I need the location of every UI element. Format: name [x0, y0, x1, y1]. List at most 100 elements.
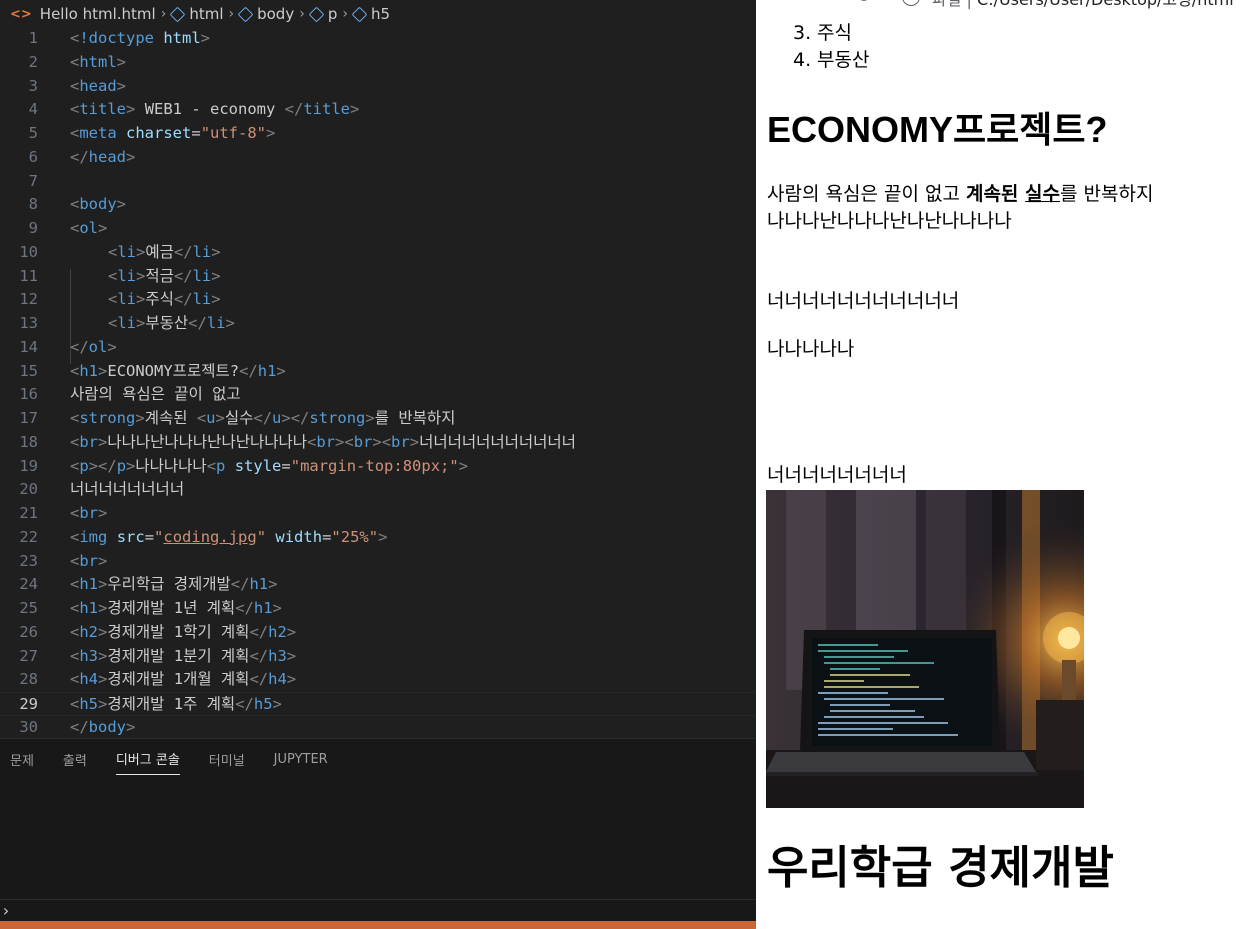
- breadcrumb-item-body[interactable]: body: [237, 5, 294, 23]
- image-src-link[interactable]: coding.jpg: [163, 528, 256, 546]
- line-content: <h5>경제개발 1주 계획</h5>: [70, 695, 282, 713]
- code-line[interactable]: 12 <li>주식</li>: [0, 288, 756, 312]
- code-line[interactable]: 8 <body>: [0, 193, 756, 217]
- list-number: 3.: [793, 22, 812, 44]
- code-line[interactable]: 21 <br>: [0, 502, 756, 526]
- line-content: <li>부동산</li>: [108, 314, 235, 332]
- code-line[interactable]: 1 <!doctype html>: [0, 27, 756, 51]
- line-content: <title> WEB1 - economy </title>: [70, 100, 360, 119]
- line-content: <ol>: [70, 219, 108, 237]
- list-item: 4. 부동산: [793, 47, 869, 73]
- paragraph-text: 나나나나나: [767, 338, 855, 360]
- symbol-element-icon: [237, 6, 254, 22]
- code-line[interactable]: 20 너너너너너너너너: [0, 478, 756, 502]
- line-number: 24: [19, 575, 38, 594]
- line-number: 2: [28, 52, 38, 71]
- page-heading: ECONOMY프로젝트?: [767, 109, 1108, 150]
- code-line[interactable]: 27 <h3>경제개발 1분기 계획</h3>: [0, 645, 756, 669]
- line-content: <strong>계속된 <u>실수</u></strong>를 반복하지: [70, 409, 456, 427]
- reload-icon[interactable]: ↻: [856, 0, 871, 7]
- list-number: 4.: [793, 49, 812, 71]
- symbol-element-icon: [351, 6, 368, 22]
- line-content: <h1>ECONOMY프로젝트?</h1>: [70, 361, 286, 380]
- line-number: 1: [28, 29, 38, 47]
- forward-icon[interactable]: →: [816, 0, 831, 7]
- text-span: 를 반복하지: [1060, 183, 1154, 205]
- line-content: <img src="coding.jpg" width="25%">: [70, 527, 388, 546]
- code-line[interactable]: 18 <br>나나나난나나나난나난나나나나<br><br><br>너너너너너너너너…: [0, 431, 756, 455]
- code-line[interactable]: 5 <meta charset="utf-8">: [0, 122, 756, 146]
- code-line[interactable]: 11 <li>적금</li>: [0, 265, 756, 289]
- tab-terminal[interactable]: 터미널: [209, 744, 245, 775]
- code-line[interactable]: 2 <html>: [0, 51, 756, 75]
- code-line[interactable]: 15 <h1>ECONOMY프로젝트?</h1>: [0, 360, 756, 384]
- line-content: 사람의 욕심은 끝이 없고: [70, 385, 241, 404]
- address-bar[interactable]: ← → ↻ 파일 | C:/Users/User/Desktop/코딩/html: [756, 0, 1250, 10]
- status-bar: [0, 921, 756, 929]
- code-line[interactable]: 26 <h2>경제개발 1학기 계획</h2>: [0, 621, 756, 645]
- line-number: 4: [28, 100, 38, 119]
- tab-output[interactable]: 출력: [63, 744, 87, 775]
- code-area[interactable]: 1 <!doctype html> 2 <html> 3 <head> 4 <title…: [0, 27, 756, 739]
- code-line[interactable]: 22 <img src="coding.jpg" width="25%">: [0, 526, 756, 550]
- browser-preview: ← → ↻ 파일 | C:/Users/User/Desktop/코딩/html…: [756, 0, 1250, 929]
- line-content: <p></p>나나나나나<p style="margin-top:80px;">: [70, 456, 469, 475]
- tab-jupyter[interactable]: JUPYTER: [274, 746, 328, 773]
- line-content: <br>: [70, 551, 108, 570]
- debug-console-input[interactable]: ›: [0, 899, 756, 923]
- line-content: <html>: [70, 52, 127, 71]
- code-line[interactable]: 13 <li>부동산</li>: [0, 312, 756, 336]
- list-text: 주식: [817, 22, 852, 44]
- code-line[interactable]: 23 <br>: [0, 550, 756, 574]
- info-icon[interactable]: [902, 0, 920, 6]
- line-content: <br>: [70, 504, 108, 522]
- breadcrumb-label: Hello html.html: [39, 5, 156, 23]
- line-number: 21: [19, 504, 38, 522]
- code-line[interactable]: 6 </head>: [0, 146, 756, 170]
- code-line[interactable]: 24 <h1>우리학급 경제개발</h1>: [0, 573, 756, 597]
- code-line[interactable]: 7: [0, 170, 756, 194]
- code-line-active[interactable]: 29 <h5>경제개발 1주 계획</h5>: [0, 692, 756, 716]
- code-line[interactable]: 9 <ol>: [0, 217, 756, 241]
- line-number: 14: [19, 337, 38, 356]
- code-line[interactable]: 4 <title> WEB1 - economy </title>: [0, 98, 756, 122]
- breadcrumb-item-h5[interactable]: h5: [351, 5, 391, 23]
- line-number: 17: [19, 409, 38, 427]
- breadcrumb-item-p[interactable]: p: [308, 5, 337, 23]
- strong-text: 계속된 실수: [966, 183, 1060, 205]
- url-text[interactable]: 파일 | C:/Users/User/Desktop/코딩/html: [932, 0, 1234, 10]
- code-line[interactable]: 19 <p></p>나나나나나<p style="margin-top:80px;…: [0, 455, 756, 479]
- text-span: 사람의 욕심은 끝이 없고: [767, 183, 966, 205]
- line-number: 10: [19, 242, 38, 261]
- laptop-image: [766, 490, 1084, 808]
- code-line[interactable]: 28 <h4>경제개발 1개월 계획</h4>: [0, 668, 756, 692]
- list-item: 3. 주식: [793, 20, 852, 46]
- line-content: <li>예금</li>: [108, 242, 221, 261]
- underlined-text: 실수: [1025, 183, 1060, 205]
- line-number: 6: [28, 147, 38, 166]
- tab-problems[interactable]: 문제: [10, 744, 34, 775]
- line-number: 23: [19, 551, 38, 570]
- code-line[interactable]: 3 <head>: [0, 75, 756, 99]
- breadcrumb-label: html: [189, 5, 224, 23]
- code-line[interactable]: 30 </body>: [0, 716, 756, 740]
- code-line[interactable]: 16 사람의 욕심은 끝이 없고: [0, 383, 756, 407]
- line-content: </ol>: [70, 337, 117, 356]
- code-line[interactable]: 10 <li>예금</li>: [0, 241, 756, 265]
- line-content: <body>: [70, 195, 127, 214]
- line-content: <h3>경제개발 1분기 계획</h3>: [70, 646, 297, 665]
- code-line[interactable]: 14 </ol>: [0, 336, 756, 360]
- tab-debug-console[interactable]: 디버그 콘솔: [115, 743, 180, 775]
- breadcrumb-item-html[interactable]: html: [169, 5, 224, 23]
- line-number: 20: [19, 480, 38, 499]
- code-editor: <> Hello html.html › html › body › p › h5…: [0, 0, 756, 929]
- line-number: 3: [28, 76, 38, 95]
- line-content: <h4>경제개발 1개월 계획</h4>: [70, 670, 297, 689]
- back-icon[interactable]: ←: [770, 0, 785, 7]
- code-line[interactable]: 17 <strong>계속된 <u>실수</u></strong>를 반복하지: [0, 407, 756, 431]
- breadcrumb-label: h5: [370, 5, 391, 23]
- line-number: 30: [19, 717, 38, 736]
- code-line[interactable]: 25 <h1>경제개발 1년 계획</h1>: [0, 597, 756, 621]
- breadcrumb-item-file[interactable]: <> Hello html.html: [10, 5, 156, 23]
- line-number: 9: [28, 219, 38, 237]
